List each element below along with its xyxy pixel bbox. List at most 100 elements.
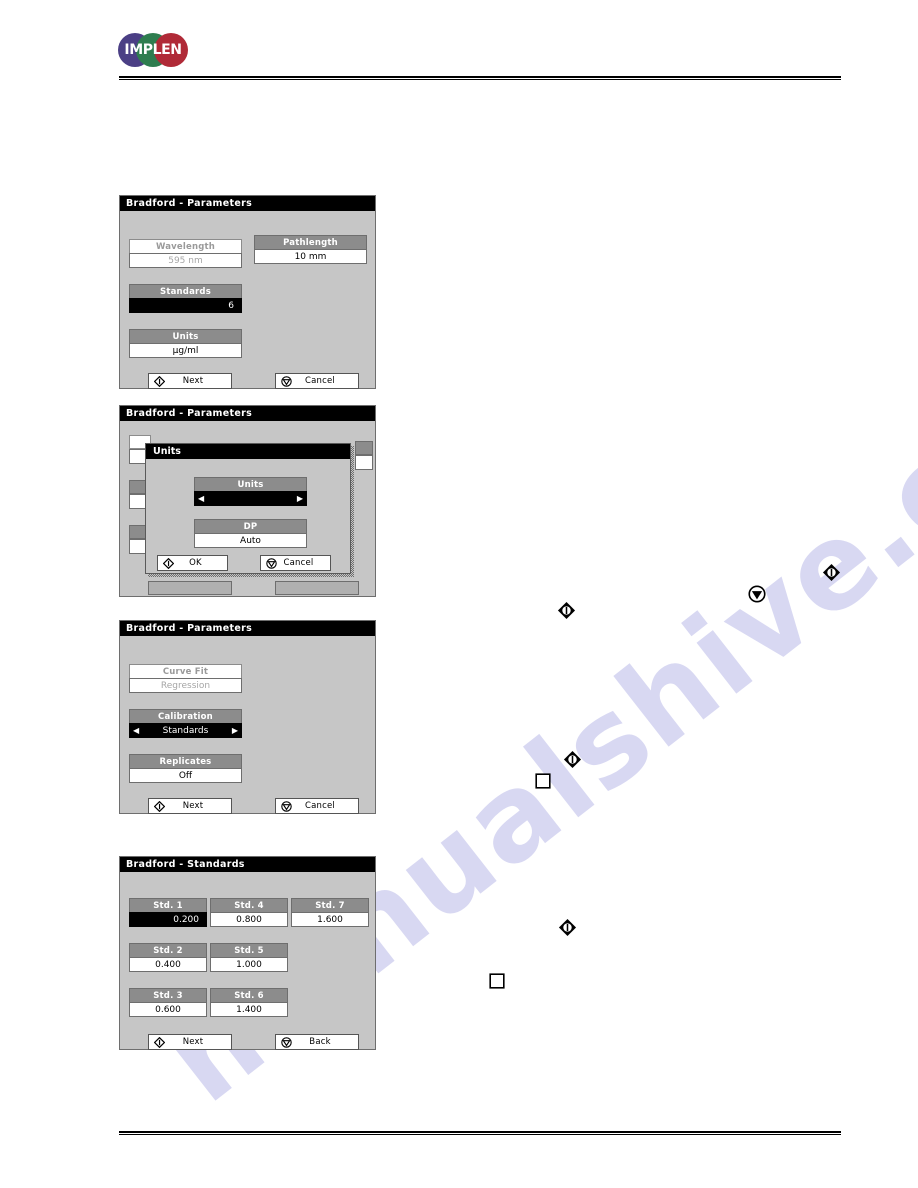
enter-key-icon	[558, 918, 577, 942]
diamond-enter-icon	[151, 1036, 167, 1048]
field-std-5-value[interactable]: 1.000	[210, 957, 288, 972]
screen-title: Bradford - Parameters	[120, 621, 375, 636]
circle-cancel-icon	[278, 800, 294, 812]
chevron-left-icon[interactable]: ◀	[198, 494, 204, 503]
ok-button[interactable]: OK	[157, 555, 228, 571]
next-button-label: Next	[182, 1037, 204, 1047]
field-standards-value[interactable]: 6	[129, 298, 242, 313]
field-std-6-label: Std. 6	[210, 988, 288, 1002]
field-std-7[interactable]: Std. 7 1.600	[291, 898, 369, 927]
modal-field-units[interactable]: Units ◀ ▶	[194, 477, 307, 506]
next-button-label: Next	[182, 801, 204, 811]
chevron-right-icon[interactable]: ▶	[297, 494, 303, 503]
ok-button-label: OK	[189, 558, 202, 568]
screenshot-bradford-standards: Bradford - Standards Std. 1 0.200 Std. 4…	[119, 856, 376, 1050]
field-std-3-value[interactable]: 0.600	[129, 1002, 207, 1017]
modal-field-dp[interactable]: DP Auto	[194, 519, 307, 548]
field-replicates[interactable]: Replicates Off	[129, 754, 242, 783]
field-std-7-label: Std. 7	[291, 898, 369, 912]
cancel-button-label: Cancel	[305, 376, 335, 386]
square-key-icon	[489, 973, 505, 994]
field-std-4-label: Std. 4	[210, 898, 288, 912]
field-calibration-label: Calibration	[129, 709, 242, 723]
field-std-3[interactable]: Std. 3 0.600	[129, 988, 207, 1017]
header-rule-thick	[119, 76, 841, 78]
diamond-enter-icon	[151, 375, 167, 387]
next-button[interactable]: Next	[148, 798, 232, 814]
field-std-6[interactable]: Std. 6 1.400	[210, 988, 288, 1017]
enter-key-icon	[557, 601, 576, 625]
field-wavelength-value[interactable]: 595 nm	[129, 253, 242, 268]
field-std-1[interactable]: Std. 1 0.200	[129, 898, 207, 927]
field-calibration-value[interactable]: ◀ Standards ▶	[129, 723, 242, 738]
screenshot-bradford-parameters-2: Bradford - Parameters Curve Fit Regressi…	[119, 620, 376, 814]
field-std-5-label: Std. 5	[210, 943, 288, 957]
modal-cancel-button-label: Cancel	[283, 558, 314, 568]
screen-title: Bradford - Parameters	[120, 406, 375, 421]
screen-body: Units Units ◀ ▶ DP Auto OK Cancel	[120, 421, 375, 596]
field-pathlength-value[interactable]: 10 mm	[254, 249, 367, 264]
background-next-button	[148, 581, 232, 595]
field-units-value[interactable]: µg/ml	[129, 343, 242, 358]
next-button-label: Next	[182, 376, 204, 386]
field-std-2-value[interactable]: 0.400	[129, 957, 207, 972]
field-pathlength-label: Pathlength	[254, 235, 367, 249]
field-replicates-label: Replicates	[129, 754, 242, 768]
enter-key-icon	[822, 563, 841, 587]
chevron-right-icon[interactable]: ▶	[232, 726, 238, 735]
modal-field-units-value[interactable]: ◀ ▶	[194, 491, 307, 506]
units-modal: Units Units ◀ ▶ DP Auto OK Cancel	[145, 443, 351, 574]
next-button[interactable]: Next	[148, 373, 232, 389]
background-field-label	[355, 441, 373, 455]
field-units-label: Units	[129, 329, 242, 343]
circle-cancel-icon	[263, 557, 279, 569]
screen-title: Bradford - Parameters	[120, 196, 375, 211]
field-curve-fit-value[interactable]: Regression	[129, 678, 242, 693]
field-standards-label: Standards	[129, 284, 242, 298]
screen-title: Bradford - Standards	[120, 857, 375, 872]
field-std-2[interactable]: Std. 2 0.400	[129, 943, 207, 972]
modal-cancel-button[interactable]: Cancel	[260, 555, 331, 571]
screen-body: Std. 1 0.200 Std. 4 0.800 Std. 7 1.600 S…	[120, 872, 375, 1050]
field-units[interactable]: Units µg/ml	[129, 329, 242, 358]
field-std-7-value[interactable]: 1.600	[291, 912, 369, 927]
cancel-button[interactable]: Cancel	[275, 373, 359, 389]
field-std-6-value[interactable]: 1.400	[210, 1002, 288, 1017]
field-std-5[interactable]: Std. 5 1.000	[210, 943, 288, 972]
field-curve-fit[interactable]: Curve Fit Regression	[129, 664, 242, 693]
field-curve-fit-label: Curve Fit	[129, 664, 242, 678]
modal-field-units-label: Units	[194, 477, 307, 491]
field-wavelength-label: Wavelength	[129, 239, 242, 253]
chevron-left-icon[interactable]: ◀	[133, 726, 139, 735]
screen-body: Wavelength 595 nm Pathlength 10 mm Stand…	[120, 211, 375, 389]
cancel-button[interactable]: Cancel	[275, 798, 359, 814]
back-button-label: Back	[309, 1037, 331, 1047]
field-std-4[interactable]: Std. 4 0.800	[210, 898, 288, 927]
field-std-4-value[interactable]: 0.800	[210, 912, 288, 927]
back-button[interactable]: Back	[275, 1034, 359, 1050]
field-std-3-label: Std. 3	[129, 988, 207, 1002]
background-cancel-button	[275, 581, 359, 595]
modal-field-dp-value[interactable]: Auto	[194, 533, 307, 548]
field-std-2-label: Std. 2	[129, 943, 207, 957]
field-standards[interactable]: Standards 6	[129, 284, 242, 313]
screen-body: Curve Fit Regression Calibration ◀ Stand…	[120, 636, 375, 814]
field-std-1-value[interactable]: 0.200	[129, 912, 207, 927]
field-pathlength[interactable]: Pathlength 10 mm	[254, 235, 367, 264]
cancel-button-label: Cancel	[305, 801, 335, 811]
field-std-1-label: Std. 1	[129, 898, 207, 912]
next-button[interactable]: Next	[148, 1034, 232, 1050]
implen-logo: IMPLEN	[118, 33, 188, 67]
units-modal-body: Units ◀ ▶ DP Auto OK Cancel	[146, 459, 350, 575]
screenshot-bradford-parameters-1: Bradford - Parameters Wavelength 595 nm …	[119, 195, 376, 389]
screenshot-bradford-parameters-units-modal: Bradford - Parameters Units Units ◀ ▶ DP…	[119, 405, 376, 597]
field-wavelength[interactable]: Wavelength 595 nm	[129, 239, 242, 268]
footer-rule	[119, 1131, 841, 1135]
cancel-key-icon	[748, 585, 766, 608]
field-replicates-value[interactable]: Off	[129, 768, 242, 783]
circle-cancel-icon	[278, 1036, 294, 1048]
field-calibration[interactable]: Calibration ◀ Standards ▶	[129, 709, 242, 738]
header-rule-thin	[119, 79, 841, 80]
header-rule	[119, 76, 841, 80]
units-modal-title: Units	[146, 444, 350, 459]
